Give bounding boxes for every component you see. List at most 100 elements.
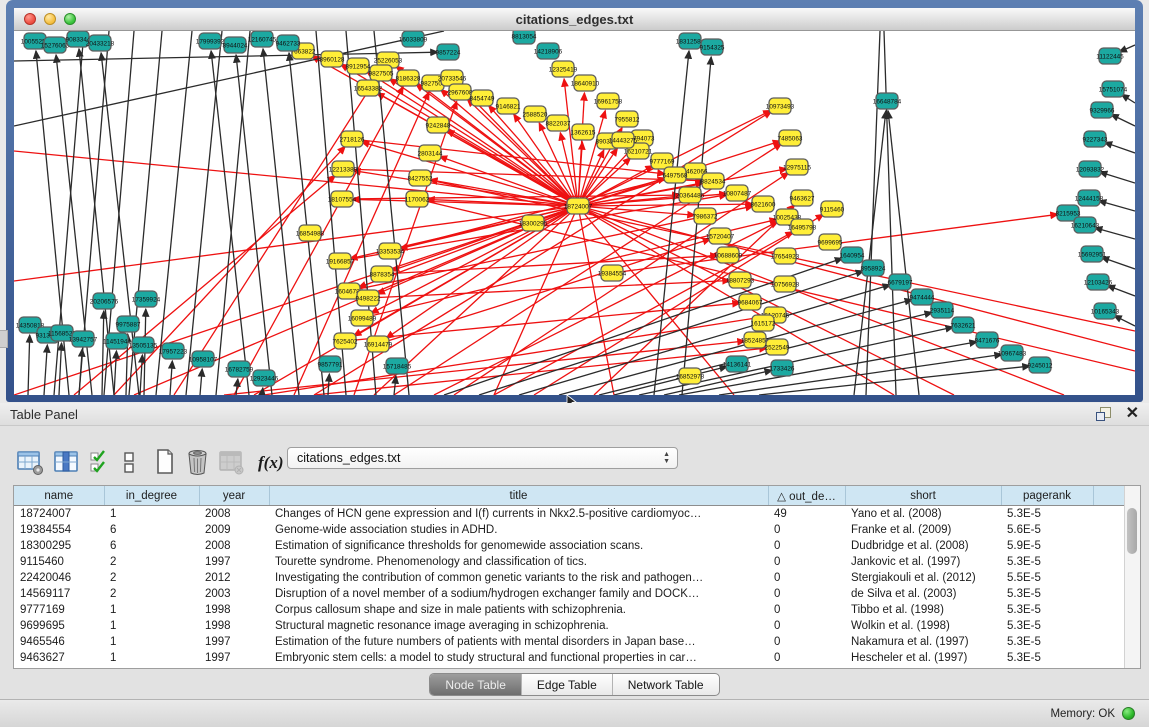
attribute-table[interactable]: namein_degreeyeartitle△ out_de…shortpage… [14,486,1127,666]
graph-node-label: 10807487 [723,190,752,197]
column-header-short[interactable]: short [845,486,1001,506]
new-table-icon[interactable] [155,448,175,476]
network-table-select[interactable]: citations_edges.txt ▲▼ [287,447,678,469]
graph-node-label: 6679197 [888,279,913,286]
tab-edge-table[interactable]: Edge Table [521,674,612,695]
graph-node-label: 17957223 [159,348,188,355]
graph-node-label: 9684067 [738,299,763,306]
status-bar: Memory: OK [0,699,1149,727]
column-header-year[interactable]: year [199,486,269,506]
graph-node-label: 8471676 [975,337,1000,344]
graph-node-label: 9227343 [1083,136,1108,143]
graph-node-label: 1615172 [751,320,776,327]
function-builder-icon[interactable]: f(x) [258,449,283,476]
memory-ok-led-icon[interactable] [1122,707,1135,720]
graph-node-label: 12160745 [248,36,277,43]
graph-node-label: 10973493 [766,103,795,110]
select-spinner-icon: ▲▼ [663,451,670,465]
graph-node-label: 8878354 [370,271,395,278]
close-panel-icon[interactable]: ✕ [1126,407,1139,421]
graph-node-label: 18107554 [328,196,357,203]
graph-node-label: 18524851 [741,337,770,344]
table-type-tabs: Node TableEdge TableNetwork Table [429,673,719,696]
graph-node-label: 15751074 [1099,86,1128,93]
show-columns-icon[interactable] [53,449,80,476]
graph-node-label: 7632621 [951,322,976,329]
float-panel-icon[interactable] [1096,407,1112,421]
graph-node-label: 14443275 [609,137,638,144]
graph-node-label: 12325419 [549,66,578,73]
graph-node-label: 9242848 [426,122,451,129]
table-row[interactable]: 1938455462009Genome-wide association stu… [14,522,1127,538]
panel-splitter-notch[interactable] [0,330,8,348]
table-row[interactable]: 977716911998Corpus callosum shape and si… [14,602,1127,618]
graph-node-label: 16854988 [296,230,325,237]
graph-node-label: 7485063 [778,135,803,142]
tab-network-table[interactable]: Network Table [612,674,719,695]
graph-node-label: 9827505 [369,70,394,77]
graph-node-label: 20206576 [90,298,119,305]
graph-node-label: 2522549 [765,344,790,351]
table-vertical-scrollbar[interactable] [1124,486,1140,668]
graph-node-label: 10756928 [771,281,800,288]
graph-node-label: 10967483 [998,350,1027,357]
column-header-out_de…[interactable]: △ out_de… [768,486,845,506]
column-header-name[interactable]: name [14,486,104,506]
graph-node-label: 8454749 [470,95,495,102]
graph-node-label: 9245012 [1028,362,1053,369]
network-graph[interactable]: 1872400776638228960128891295425226053982… [14,31,1135,395]
graph-node-label: 13942757 [69,336,98,343]
table-toolbar: f(x) [16,448,283,476]
table-row[interactable]: 1456911722003Disruption of a novel membe… [14,586,1127,602]
graph-node-label: 9474444 [910,294,935,301]
graph-node-label: 12923446 [250,375,279,382]
select-rows-icon[interactable] [90,449,107,476]
graph-node-label: 14136141 [723,361,752,368]
table-row[interactable]: 946362711997Embryonic stem cells: a mode… [14,650,1127,666]
graph-node-label: 8215953 [1056,210,1081,217]
table-row[interactable]: 969969511998Structural magnetic resonanc… [14,618,1127,634]
graph-node-label: 8912954 [346,63,371,70]
attribute-table-container: namein_degreeyeartitle△ out_de…shortpage… [13,485,1141,669]
graph-node-label: 1362615 [571,129,596,136]
graph-node-label: 9699695 [818,239,843,246]
table-settings-icon[interactable] [16,449,45,476]
graph-node-label: 9857791 [318,361,343,368]
column-header-title[interactable]: title [269,486,768,506]
table-header-row[interactable]: namein_degreeyeartitle△ out_de…shortpage… [14,486,1127,506]
graph-node-label: 2588520 [523,111,548,118]
graph-node-label: 15276063 [41,42,70,49]
graph-node-label: 1170062 [405,196,430,203]
graph-node-label: 9154325 [700,44,725,51]
network-canvas[interactable]: 1872400776638228960128891295425226053982… [14,31,1135,395]
graph-node-label: 20364486 [676,192,705,199]
graph-node-label: 10958107 [189,356,218,363]
graph-node-label: 12975115 [783,164,811,171]
graph-node-label: 16210721 [624,148,653,155]
merge-rows-icon[interactable] [123,449,136,476]
graph-node-label: 16099489 [348,315,377,322]
graph-node-label: 12093832 [1076,166,1105,173]
table-row[interactable]: 946554611997Estimation of the future num… [14,634,1127,650]
table-row[interactable]: 2242004622012Investigating the contribut… [14,570,1127,586]
table-row[interactable]: 911546021997Tourette syndrome. Phenomeno… [14,554,1127,570]
table-row[interactable]: 1830029562008Estimation of significance … [14,538,1127,554]
tab-node-table[interactable]: Node Table [430,674,521,695]
memory-status-label: Memory: OK [1050,708,1115,720]
graph-node-label: 8824534 [701,178,726,185]
graph-node-label: 16914479 [364,341,393,348]
graph-node-label: 17359924 [132,296,161,303]
graph-node-label: 1733426 [770,365,795,372]
graph-node-label: 8621600 [751,201,776,208]
delete-table-icon[interactable] [186,448,209,476]
network-window-titlebar[interactable]: citations_edges.txt [14,8,1135,31]
column-header-in_degree[interactable]: in_degree [104,486,199,506]
graph-node-label: 14218906 [534,48,563,55]
network-window-title: citations_edges.txt [14,12,1135,27]
table-row[interactable]: 1872400712008Changes of HCN gene express… [14,506,1127,523]
table-tabs-bar: Node TableEdge TableNetwork Table [0,671,1149,698]
graph-node-label: 17654923 [771,253,800,260]
scrollbar-thumb[interactable] [1127,508,1137,554]
column-header-pagerank[interactable]: pagerank [1001,486,1093,506]
graph-node-label: 20433218 [86,40,115,47]
